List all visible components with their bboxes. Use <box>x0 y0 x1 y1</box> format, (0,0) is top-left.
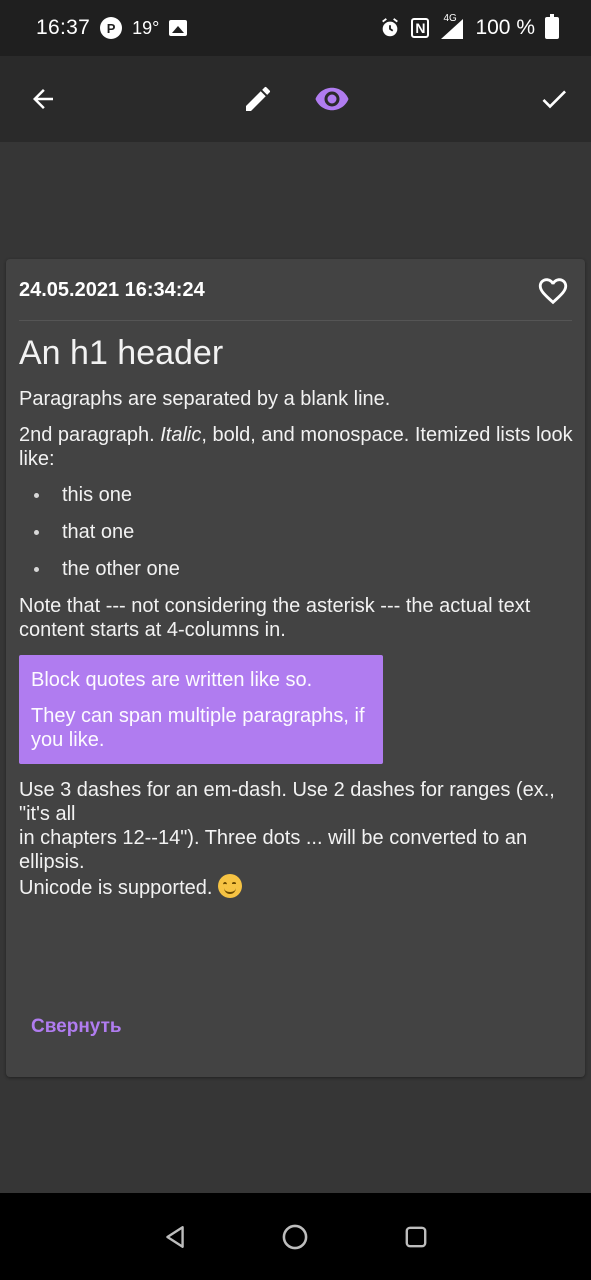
check-icon <box>542 90 566 109</box>
nfc-icon: N <box>411 18 430 38</box>
favorite-button[interactable] <box>533 271 573 311</box>
block-quote: Block quotes are written like so. They c… <box>19 655 383 764</box>
battery-level: 100 % <box>475 16 535 39</box>
card-divider <box>19 320 572 321</box>
edit-button[interactable] <box>235 76 281 122</box>
list-item: that one <box>19 520 574 544</box>
top-toolbar <box>0 56 591 142</box>
done-button[interactable] <box>531 76 577 122</box>
list-item: the other one <box>19 557 574 581</box>
smiling-face-emoji-icon <box>218 874 243 898</box>
temperature: 19° <box>132 17 160 38</box>
arrow-left-icon <box>33 89 53 109</box>
back-button[interactable] <box>20 76 66 122</box>
quote-paragraph: Block quotes are written like so. <box>31 669 313 691</box>
system-nav-bar <box>0 1193 591 1280</box>
paragraph-4: Use 3 dashes for an em-dash. Use 2 dashe… <box>19 779 555 899</box>
nav-recents-button[interactable] <box>396 1217 436 1257</box>
collapse-button[interactable]: Свернуть <box>31 1016 122 1038</box>
note-date: 24.05.2021 16:34:24 <box>19 279 205 301</box>
paragraph-3: Note that --- not considering the asteri… <box>19 595 531 641</box>
image-notification-icon <box>169 20 188 36</box>
nav-home-button[interactable] <box>275 1217 315 1257</box>
heart-outline-icon <box>538 278 568 305</box>
note-card: 24.05.2021 16:34:24 An h1 header Paragra… <box>6 259 585 1077</box>
triangle-back-icon <box>166 1226 184 1248</box>
circle-home-icon <box>282 1224 308 1250</box>
p-badge-icon: P <box>100 17 123 39</box>
note-content: An h1 header Paragraphs are separated by… <box>19 333 574 900</box>
eye-icon <box>315 87 349 111</box>
bullet-list: this one that one the other one <box>19 483 574 581</box>
italic-text: Italic <box>160 424 202 446</box>
pencil-icon <box>246 86 270 111</box>
paragraph-2: 2nd paragraph. Italic, bold, and monospa… <box>19 424 573 470</box>
signal-icon: 4G <box>439 13 465 39</box>
status-time: 16:37 <box>36 16 91 39</box>
quote-paragraph: They can span multiple paragraphs, if yo… <box>31 705 365 751</box>
preview-button[interactable] <box>309 76 355 122</box>
nav-back-button[interactable] <box>155 1217 195 1257</box>
list-item: this one <box>19 483 574 507</box>
paragraph-1: Paragraphs are separated by a blank line… <box>19 388 391 410</box>
battery-icon <box>545 14 559 39</box>
status-bar: 16:37 P 19° N 4G 100 % <box>0 0 591 56</box>
alarm-icon <box>382 18 399 37</box>
note-heading: An h1 header <box>19 334 224 372</box>
square-recents-icon <box>405 1226 427 1248</box>
